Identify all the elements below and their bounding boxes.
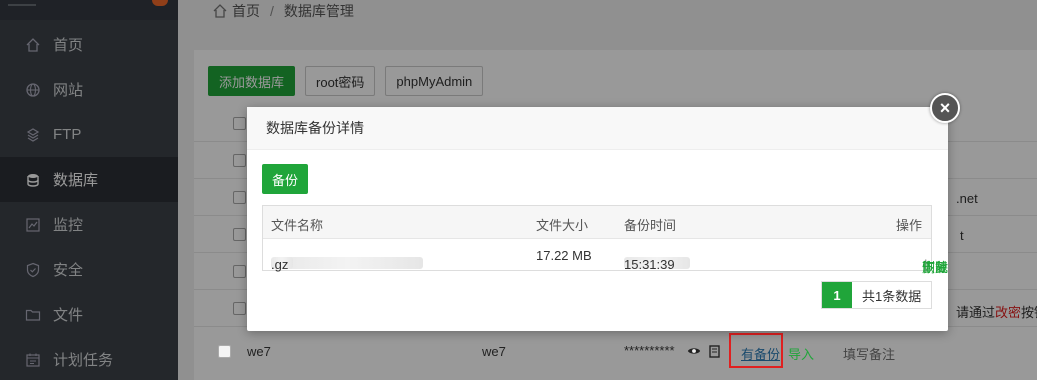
backup-button[interactable]: 备份 bbox=[262, 164, 308, 194]
db-name: we7 bbox=[247, 344, 271, 359]
table-row-we7: we7 we7 ********** 有备份 | 导入 填写备注 bbox=[178, 333, 1037, 370]
note-field[interactable]: 填写备注 bbox=[843, 344, 895, 363]
modal-title: 数据库备份详情 bbox=[247, 107, 948, 150]
page-1-button[interactable]: 1 bbox=[822, 282, 852, 308]
redacted-block bbox=[273, 257, 423, 269]
backup-details-modal: 数据库备份详情 备份 文件名称 文件大小 备份时间 操作 D.gz 17.22 … bbox=[247, 107, 948, 331]
pagination: 1 共1条数据 bbox=[821, 281, 933, 309]
import-link[interactable]: 导入 bbox=[788, 344, 814, 363]
col-time: 备份时间 bbox=[624, 218, 677, 233]
row-checkbox[interactable] bbox=[218, 345, 231, 358]
col-filename: 文件名称 bbox=[271, 218, 324, 233]
db-user: we7 bbox=[482, 344, 506, 359]
delete-link[interactable]: 删除 bbox=[922, 257, 948, 276]
copy-icon[interactable] bbox=[709, 344, 721, 358]
backup-row: D.gz 17.22 MB 15:31:39 恢复 | 下载 | 删除 bbox=[271, 248, 949, 275]
highlight-box bbox=[729, 333, 783, 368]
col-size: 文件大小 bbox=[536, 218, 589, 233]
backup-size: 17.22 MB bbox=[536, 248, 592, 263]
total-count: 共1条数据 bbox=[852, 282, 932, 308]
close-icon[interactable]: × bbox=[930, 93, 960, 123]
db-password: ********** bbox=[624, 343, 675, 358]
backup-table: 文件名称 文件大小 备份时间 操作 D.gz 17.22 MB 15:31:39… bbox=[262, 205, 949, 275]
col-actions: 操作 bbox=[895, 218, 922, 233]
eye-icon[interactable] bbox=[687, 344, 701, 358]
backup-table-header: 文件名称 文件大小 备份时间 操作 bbox=[263, 206, 931, 239]
